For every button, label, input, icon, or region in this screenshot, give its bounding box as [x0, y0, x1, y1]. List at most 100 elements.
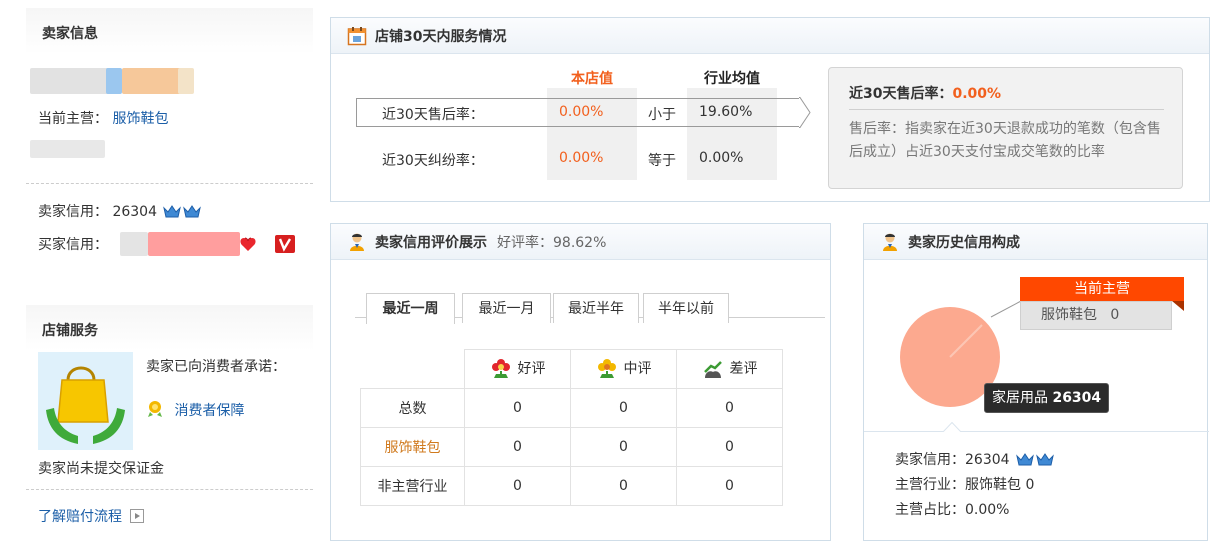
person-icon — [347, 232, 367, 252]
calendar-icon — [347, 26, 367, 46]
cell-good: 0 — [464, 388, 571, 428]
col-neutral: 中评 — [570, 349, 677, 389]
good-rate: 好评率：98.62% — [497, 232, 606, 252]
pie-tooltip: 家居用品 26304 — [984, 383, 1110, 413]
cell-bad: 0 — [676, 466, 783, 506]
service-row-shop-value: 0.00% — [559, 150, 604, 166]
history-panel: 卖家历史信用构成 当前主营 服饰鞋包 0 家居用品 26304 卖家信用：263… — [863, 223, 1209, 541]
pie-tooltip-value: 26304 — [1052, 390, 1102, 406]
person-icon — [880, 232, 900, 252]
crown-icon[interactable] — [163, 204, 182, 218]
col-good-label: 好评 — [517, 361, 546, 377]
crown-icon[interactable] — [1036, 452, 1054, 466]
current-main-label: 当前主营 — [1020, 277, 1184, 301]
main-business-row: 当前主营： 服饰鞋包 — [38, 108, 168, 128]
service-row-compare: 小于 — [648, 107, 676, 123]
tip-title: 近30天售后率：0.00% — [849, 83, 1001, 103]
cell-neutral: 0 — [570, 388, 677, 428]
service-panel: 店铺30天内服务情况 本店值 行业均值 近30天售后率： 0.00% 小于 19… — [330, 17, 1210, 202]
row-label: 服饰鞋包 — [360, 427, 465, 467]
col-good: 好评 — [464, 349, 571, 389]
col-bad-label: 差评 — [729, 361, 758, 377]
empty-corner-cell — [361, 350, 465, 389]
table-row: 总数 0 0 0 — [360, 388, 783, 428]
service-row-shop-value: 0.00% — [559, 104, 604, 120]
tip-divider — [849, 109, 1164, 110]
service-row-compare: 等于 — [648, 153, 676, 169]
good-rate-label: 好评率： — [497, 234, 553, 251]
col-bad: 差评 — [676, 349, 783, 389]
shop-service-title: 店铺服务 — [26, 305, 313, 351]
yellow-flower-icon — [596, 358, 618, 380]
tip-title-value: 0.00% — [952, 86, 1002, 102]
leader-line — [990, 300, 1022, 318]
report-icon[interactable] — [275, 235, 295, 253]
service-row-industry-value: 0.00% — [699, 150, 744, 166]
buyer-credit-label: 买家信用： — [38, 237, 108, 253]
history-panel-title: 卖家历史信用构成 — [908, 234, 1020, 251]
history-panel-header: 卖家历史信用构成 — [864, 224, 1207, 260]
table-row: 服饰鞋包 0 0 0 — [360, 427, 783, 467]
history-main-industry: 主营行业：服饰鞋包 0 — [895, 474, 1034, 494]
crown-icon[interactable] — [1016, 452, 1034, 466]
compensation-link[interactable]: 了解赔付流程 — [38, 509, 122, 525]
consumer-guarantee-link[interactable]: 消费者保障 — [174, 403, 244, 419]
rating-table: 好评 中评 差评 总数 0 0 0 服饰鞋包 0 0 0 非主营行业 0 0 0 — [360, 349, 783, 506]
rating-table-header: 好评 中评 差评 — [361, 349, 783, 389]
history-main-industry-label: 主营行业： — [895, 477, 965, 493]
table-row: 非主营行业 0 0 0 — [360, 466, 783, 506]
cell-bad: 0 — [676, 427, 783, 467]
row-pointer-arrow — [799, 97, 811, 128]
cell-good: 0 — [464, 427, 571, 467]
col-industry-header: 行业均值 — [704, 71, 760, 87]
guarantee-medal-icon — [146, 400, 164, 418]
seller-credit-value: 26304 — [112, 204, 157, 220]
history-main-ratio-value: 0.00% — [965, 502, 1010, 518]
row-label: 总数 — [360, 388, 465, 428]
seller-credit-row: 卖家信用： 26304 — [38, 201, 202, 221]
compensation-row: 了解赔付流程 — [38, 506, 145, 526]
rating-panel-header: 卖家信用评价展示 好评率：98.62% — [331, 224, 830, 260]
promise-text: 卖家已向消费者承诺： — [146, 359, 286, 375]
tip-description: 售后率：指卖家在近30天退款成功的笔数（包含售后成立）占近30天支付宝成交笔数的… — [849, 121, 1161, 160]
guarantee-row: 消费者保障 — [146, 400, 244, 420]
history-seller-credit: 卖家信用：26304 — [895, 449, 1054, 469]
crown-icon[interactable] — [183, 204, 202, 218]
tab-last-half-year[interactable]: 最近半年 — [553, 293, 639, 323]
deposit-text: 卖家尚未提交保证金 — [38, 461, 164, 477]
history-main-industry-value: 服饰鞋包 0 — [965, 477, 1035, 493]
red-flower-icon — [490, 358, 512, 380]
divider-notch — [943, 422, 961, 432]
cell-neutral: 0 — [570, 427, 677, 467]
service-row-industry-value: 19.60% — [699, 104, 753, 120]
good-rate-value: 98.62% — [553, 234, 607, 251]
divider — [26, 489, 313, 490]
cell-bad: 0 — [676, 388, 783, 428]
seller-credit-label: 卖家信用： — [38, 204, 108, 220]
rating-panel: 卖家信用评价展示 好评率：98.62% 最近一周 最近一月 最近半年 半年以前 … — [330, 223, 831, 541]
pie-tooltip-label: 家居用品 — [992, 390, 1048, 406]
service-row-label: 近30天纠纷率： — [382, 153, 484, 169]
play-arrow-icon[interactable] — [130, 509, 145, 523]
main-business-link[interactable]: 服饰鞋包 — [112, 111, 168, 127]
tab-last-month[interactable]: 最近一月 — [462, 293, 551, 323]
history-seller-credit-label: 卖家信用： — [895, 452, 965, 468]
service-panel-header: 店铺30天内服务情况 — [331, 18, 1209, 54]
current-main-count: 0 — [1110, 307, 1120, 323]
current-main-box: 服饰鞋包 0 — [1020, 301, 1172, 330]
current-main-value: 服饰鞋包 — [1041, 307, 1097, 323]
heart-icon[interactable] — [238, 235, 258, 253]
rating-panel-title: 卖家信用评价展示 — [375, 234, 487, 251]
history-main-ratio-label: 主营占比： — [895, 502, 965, 518]
main-business-label: 当前主营： — [38, 111, 108, 127]
tab-last-week[interactable]: 最近一周 — [366, 293, 455, 324]
seller-info-title: 卖家信息 — [26, 8, 313, 54]
tip-title-label: 近30天售后率： — [849, 86, 953, 102]
history-seller-credit-value: 26304 — [965, 452, 1010, 468]
col-neutral-label: 中评 — [623, 361, 652, 377]
label-fold — [1172, 301, 1184, 311]
service-tip-box: 近30天售后率：0.00% 售后率：指卖家在近30天退款成功的笔数（包含售后成立… — [828, 67, 1183, 189]
tab-before-half-year[interactable]: 半年以前 — [643, 293, 729, 323]
shopping-bag-hands-icon — [38, 352, 133, 450]
cell-good: 0 — [464, 466, 571, 506]
